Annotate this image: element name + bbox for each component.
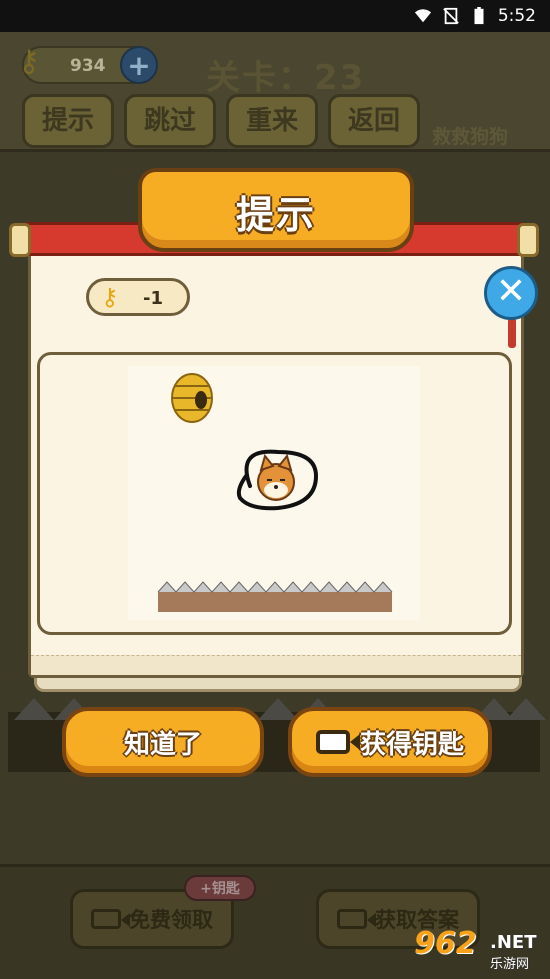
game-header: ⚷ 934 + 关卡：23 提示 跳过 重来 返回 救救狗狗 xyxy=(0,32,550,152)
key-icon: ⚷ xyxy=(101,283,119,311)
close-icon[interactable]: ✕ xyxy=(484,266,538,320)
get-key-button[interactable]: 获得钥匙 xyxy=(288,707,492,777)
video-camera-icon xyxy=(337,909,376,929)
clock: 5:52 xyxy=(497,6,536,26)
no-sim-icon xyxy=(442,7,459,25)
watermark-tld: .NET xyxy=(490,932,537,953)
spikes-icon xyxy=(157,581,393,612)
video-camera-icon xyxy=(91,909,130,929)
tassel xyxy=(508,318,516,348)
hint-image xyxy=(128,366,420,620)
level-title: 关卡：23 xyxy=(206,58,366,98)
got-it-label: 知道了 xyxy=(123,729,202,760)
watermark-number: 962 xyxy=(414,926,477,961)
video-camera-icon xyxy=(315,730,360,754)
skip-button[interactable]: 跳过 xyxy=(124,94,216,148)
key-count: 934 xyxy=(70,56,106,76)
dialog-title-banner: 提示 xyxy=(138,168,414,252)
status-bar: 5:52 xyxy=(0,0,550,32)
key-icon: ⚷ xyxy=(18,44,40,79)
wifi-icon xyxy=(414,9,431,23)
got-it-button[interactable]: 知道了 xyxy=(62,707,264,777)
watermark-site: 乐游网 xyxy=(490,957,530,972)
site-watermark: 962 .NET 乐游网 xyxy=(410,926,546,974)
key-cost: -1 xyxy=(143,288,163,309)
shiba-dog-icon xyxy=(257,453,295,501)
dialog-title: 提示 xyxy=(235,193,316,237)
hint-button[interactable]: 提示 xyxy=(22,94,114,148)
beehive-icon xyxy=(171,373,213,423)
add-keys-button[interactable]: + xyxy=(120,46,158,84)
battery-icon xyxy=(474,7,484,25)
key-cost-badge: ⚷ -1 xyxy=(86,278,190,316)
key-counter: ⚷ 934 + xyxy=(18,44,158,84)
plus-key-badge: +钥匙 xyxy=(184,875,256,901)
get-key-label: 获得钥匙 xyxy=(359,729,464,760)
game-name: 救救狗狗 xyxy=(432,126,509,148)
free-claim-label: 免费领取 xyxy=(129,908,213,932)
hint-illustration xyxy=(157,373,393,612)
restart-button[interactable]: 重来 xyxy=(226,94,318,148)
back-button[interactable]: 返回 xyxy=(328,94,420,148)
